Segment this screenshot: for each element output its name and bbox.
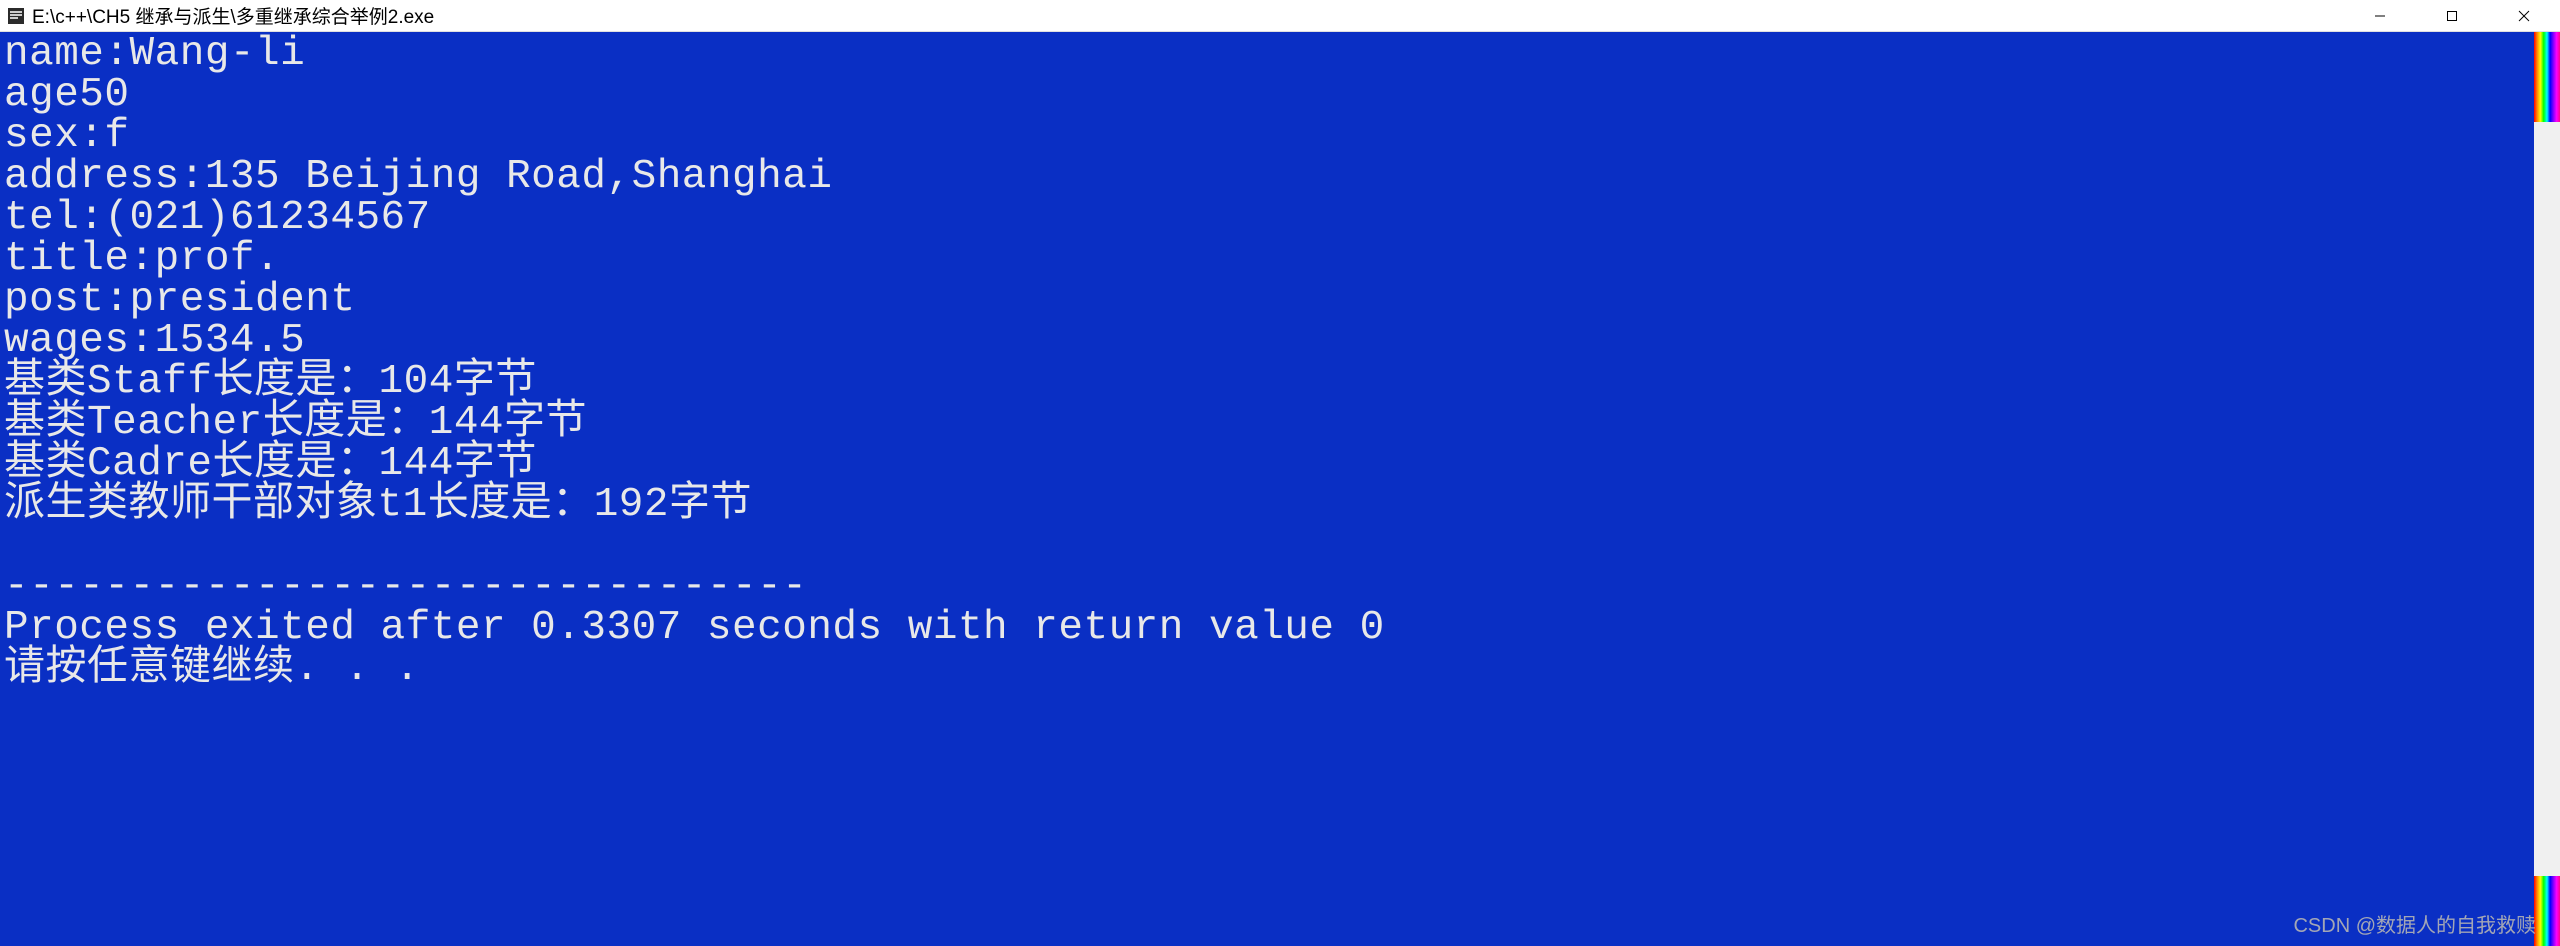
titlebar: E:\c++\CH5 继承与派生\多重继承综合举例2.exe [0,0,2560,32]
console-output: name:Wang-li age50 sex:f address:135 Bei… [0,32,2534,946]
watermark: CSDN @数据人的自我救赎 [2293,909,2536,938]
close-button[interactable] [2488,0,2560,32]
maximize-button[interactable] [2416,0,2488,32]
scroll-thumb-top[interactable] [2534,32,2560,122]
scroll-thumb-bottom[interactable] [2534,876,2560,946]
window-title: E:\c++\CH5 继承与派生\多重继承综合举例2.exe [32,2,2344,29]
vertical-scrollbar[interactable] [2534,32,2560,946]
console-wrapper: name:Wang-li age50 sex:f address:135 Bei… [0,32,2560,946]
app-icon [8,8,24,24]
window-controls [2344,0,2560,31]
minimize-button[interactable] [2344,0,2416,32]
